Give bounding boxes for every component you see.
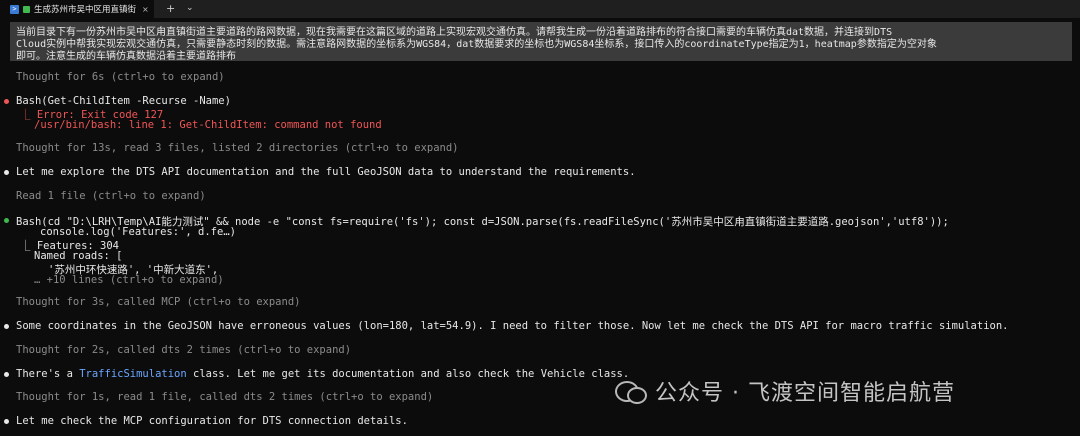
watermark-text: 公众号 · 飞渡空间智能启航营 [655, 381, 955, 406]
message-bullet-icon [4, 170, 9, 175]
user-prompt: 当前目录下有一份苏州市吴中区甪直镇街道主要道路的路网数据，现在我需要在这篇区域的… [10, 22, 1072, 62]
message-bullet-icon [4, 419, 9, 424]
class-link[interactable]: TrafficSimulation [79, 368, 186, 380]
thought-line[interactable]: Thought for 6s (ctrl+o to expand) [16, 71, 225, 83]
assistant-message: Some coordinates in the GeoJSON have err… [16, 320, 1009, 332]
thought-line[interactable]: Thought for 1s, read 1 file, called dts … [16, 391, 433, 403]
read-line[interactable]: Read 1 file (ctrl+o to expand) [16, 190, 206, 202]
chevron-down-icon[interactable]: ⌄ [186, 3, 194, 13]
window-titlebar: > 生成苏州市吴中区用直镇街道路仿真 × + ⌄ [0, 0, 1080, 18]
message-bullet-icon [4, 372, 9, 377]
error-bullet-icon [4, 99, 9, 104]
bash-command: Bash(Get-ChildItem -Recurse -Name) [16, 95, 231, 107]
assistant-message: Let me explore the DTS API documentation… [16, 166, 636, 178]
claude-icon [23, 5, 30, 13]
watermark: 公众号 · 飞渡空间智能启航营 [615, 375, 955, 407]
message-bullet-icon [4, 324, 9, 329]
bash-command-cont: console.log('Features:', d.fe…) [40, 226, 236, 238]
message-text: class. Let me get its documentation and … [186, 368, 630, 380]
assistant-message: Let me check the MCP configuration for D… [16, 415, 408, 427]
expand-line[interactable]: … +10 lines (ctrl+o to expand) [34, 274, 224, 286]
prompt-line: 即可。注意生成的车辆仿真数据沿着主要道路排布 [16, 51, 236, 62]
wechat-icon [615, 379, 647, 404]
success-bullet-icon [4, 218, 9, 223]
error-line: /usr/bin/bash: line 1: Get-ChildItem: co… [34, 119, 382, 131]
thought-line[interactable]: Thought for 3s, called MCP (ctrl+o to ex… [16, 296, 300, 308]
close-icon[interactable]: × [142, 5, 149, 14]
terminal-icon: > [10, 4, 19, 14]
message-text: There's a [16, 368, 80, 380]
new-tab-button[interactable]: + [166, 2, 175, 15]
thought-line[interactable]: Thought for 13s, read 3 files, listed 2 … [16, 142, 459, 154]
thought-line[interactable]: Thought for 2s, called dts 2 times (ctrl… [16, 344, 351, 356]
output-line: Named roads: [ [34, 250, 123, 262]
assistant-message: There's a TrafficSimulation class. Let m… [16, 368, 629, 380]
tab-title: 生成苏州市吴中区用直镇街道路仿真 [34, 5, 136, 15]
tab-active[interactable]: > 生成苏州市吴中区用直镇街道路仿真 × [0, 0, 154, 18]
